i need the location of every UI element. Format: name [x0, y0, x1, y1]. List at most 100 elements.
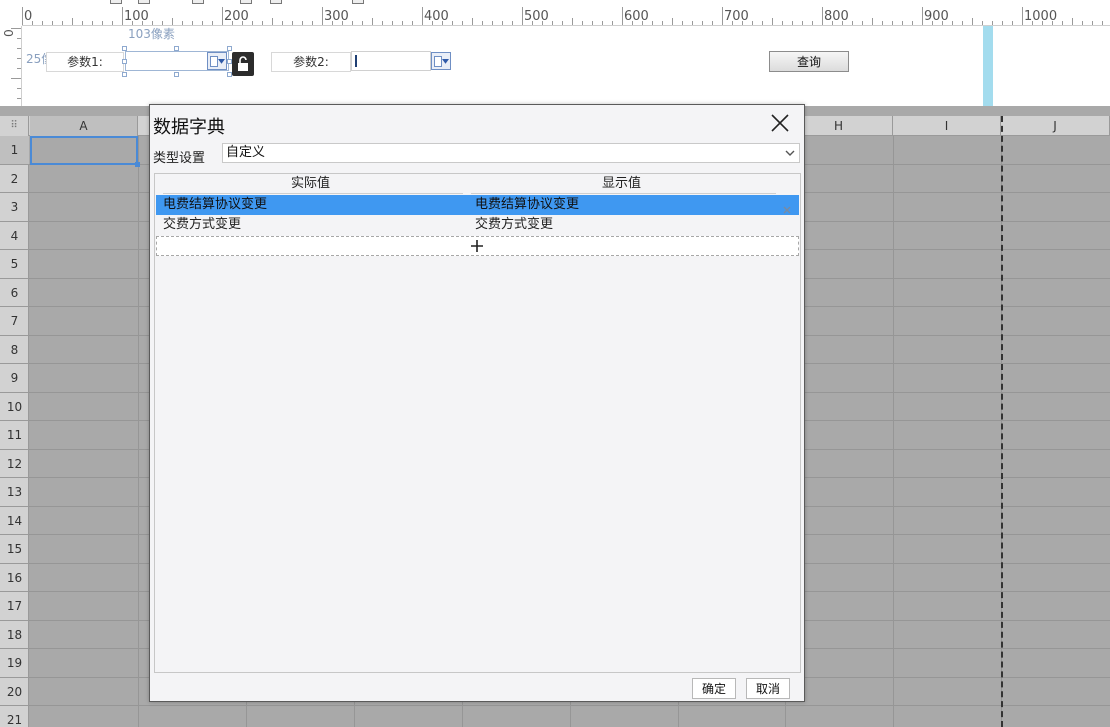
selected-cell[interactable] [30, 136, 140, 167]
ruler-label: 800 [824, 9, 849, 24]
column-header-a[interactable]: A [30, 116, 138, 136]
param1-label[interactable]: 参数1: [46, 52, 124, 72]
row-header-cell[interactable]: 1 [0, 136, 29, 165]
ruler-tick [912, 21, 913, 25]
row-header-cell[interactable]: 18 [0, 621, 29, 649]
ruler-tick [622, 7, 623, 25]
ruler-label: 600 [624, 9, 649, 24]
ruler-label: 1000 [1024, 9, 1058, 24]
add-row-button[interactable] [156, 236, 799, 256]
ruler-tick [462, 21, 463, 25]
ruler-tick [1082, 21, 1083, 25]
param2-input[interactable] [351, 51, 431, 71]
param1-input[interactable] [125, 51, 229, 71]
resize-handle[interactable] [122, 72, 127, 77]
row-delete-icon[interactable] [783, 201, 791, 214]
plus-icon[interactable] [471, 240, 483, 252]
row-header-cell[interactable]: 10 [0, 393, 29, 421]
page-break-line [1001, 116, 1003, 727]
resize-handle[interactable] [174, 46, 179, 51]
column-header-j[interactable]: J [1001, 116, 1110, 136]
row-header-cell[interactable]: 15 [0, 535, 29, 564]
ruler-tick [952, 21, 953, 25]
dropdown-icon[interactable] [431, 52, 451, 70]
ruler-tick [72, 18, 73, 25]
query-button[interactable]: 查询 [769, 51, 849, 72]
row-header-cell[interactable]: 3 [0, 193, 29, 222]
type-setting-select[interactable]: 自定义 [222, 143, 800, 163]
column-header-i[interactable]: I [893, 116, 1001, 136]
column-header-actual[interactable]: 实际值 [155, 175, 466, 193]
ruler-tick [222, 7, 223, 25]
row-header-cell[interactable]: 14 [0, 507, 29, 535]
toolbar-icon[interactable] [240, 0, 252, 4]
ruler-tick [972, 18, 973, 25]
row-header-cell[interactable]: 12 [0, 450, 29, 478]
resize-handle[interactable] [174, 72, 179, 77]
ok-button[interactable]: 确定 [692, 678, 736, 699]
ruler-tick [592, 21, 593, 25]
row-header-cell[interactable]: 6 [0, 279, 29, 307]
toolbar-icon[interactable] [138, 0, 150, 4]
ruler-tick [352, 21, 353, 25]
lock-open-icon[interactable] [232, 52, 254, 76]
row-header-cell[interactable]: 2 [0, 165, 29, 193]
param2-label[interactable]: 参数2: [271, 52, 351, 72]
ruler-tick [802, 21, 803, 25]
dropdown-icon[interactable] [207, 52, 227, 70]
cell-actual[interactable]: 电费结算协议变更 [156, 195, 267, 215]
ruler-tick [182, 21, 183, 25]
table-row[interactable]: 电费结算协议变更 电费结算协议变更 [156, 195, 799, 215]
ruler-tick [17, 48, 21, 49]
horizontal-ruler: 0 100 200 300 400 500 600 700 800 900 1000 [22, 7, 1110, 26]
boundary-marker[interactable] [983, 26, 993, 106]
close-icon[interactable] [770, 113, 790, 133]
parameter-panel: 0 100 200 300 400 500 600 700 800 900 1000 0 103像素… [0, 7, 1110, 106]
row-header-cell[interactable]: 11 [0, 421, 29, 450]
ruler-tick [482, 21, 483, 25]
row-header-cell[interactable]: 16 [0, 564, 29, 592]
ruler-tick [92, 21, 93, 25]
ruler-tick [702, 21, 703, 25]
cancel-button[interactable]: 取消 [746, 678, 790, 699]
toolbar-icon[interactable] [352, 0, 364, 4]
width-hint: 103像素 [128, 27, 175, 41]
row-header-cell[interactable]: 19 [0, 649, 29, 678]
cell-display[interactable]: 电费结算协议变更 [468, 195, 579, 215]
ruler-tick [382, 21, 383, 25]
ruler-tick [852, 21, 853, 25]
ruler-label: 300 [324, 9, 349, 24]
ruler-tick [782, 21, 783, 25]
chevron-down-icon[interactable] [784, 147, 796, 159]
row-header-cell[interactable]: 7 [0, 307, 29, 336]
column-header-display[interactable]: 显示值 [466, 175, 777, 193]
ruler-tick [17, 68, 21, 69]
ruler-tick [272, 18, 273, 25]
row-header-cell[interactable]: 4 [0, 222, 29, 250]
row-header-cell[interactable]: 8 [0, 336, 29, 364]
toolbar-icon[interactable] [270, 0, 282, 4]
ruler-tick [472, 18, 473, 25]
ruler-tick [612, 21, 613, 25]
ruler-tick [672, 18, 673, 25]
cell-display[interactable]: 交费方式变更 [468, 215, 553, 235]
ruler-label: 400 [424, 9, 449, 24]
select-all-icon[interactable]: ⠿ [0, 116, 29, 136]
ruler-label: 500 [524, 9, 549, 24]
row-header-cell[interactable]: 13 [0, 478, 29, 507]
toolbar-icon[interactable] [192, 0, 204, 4]
ruler-label: 0 [24, 9, 33, 24]
row-header-cell[interactable]: 5 [0, 250, 29, 279]
grid-line [893, 136, 894, 727]
toolbar-icon[interactable] [110, 0, 122, 4]
resize-handle[interactable] [122, 46, 127, 51]
resize-handle[interactable] [227, 46, 232, 51]
resize-handle[interactable] [122, 59, 127, 64]
row-header-cell[interactable]: 21 [0, 706, 29, 727]
row-header-cell[interactable]: 17 [0, 592, 29, 621]
table-row[interactable]: 交费方式变更 交费方式变更 [156, 215, 799, 235]
cell-actual[interactable]: 交费方式变更 [156, 215, 241, 235]
ruler-tick [1102, 21, 1103, 25]
row-header-cell[interactable]: 20 [0, 678, 29, 706]
row-header-cell[interactable]: 9 [0, 364, 29, 393]
